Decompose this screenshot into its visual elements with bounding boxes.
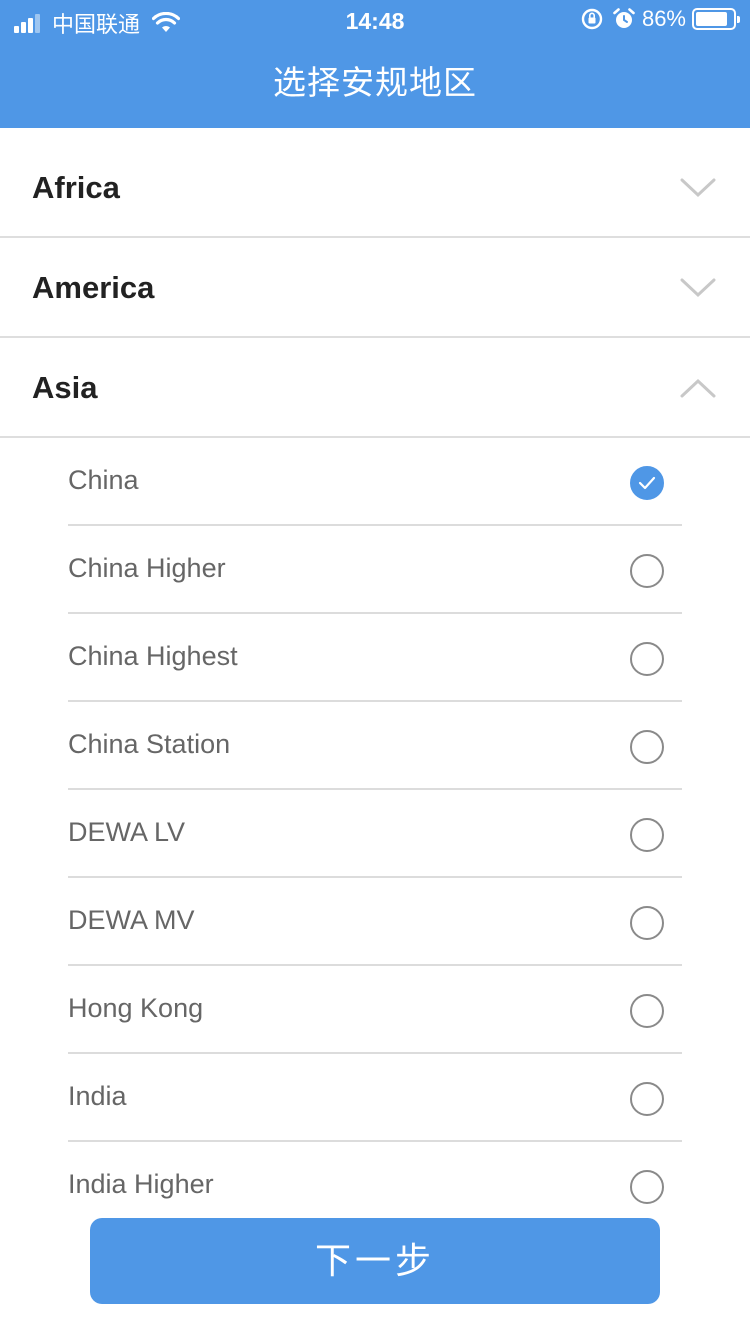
region-option-label: China Higher [68, 553, 226, 583]
chevron-down-icon [680, 278, 716, 298]
radio-unchecked-icon[interactable] [630, 1170, 664, 1204]
region-group-label: America [32, 270, 155, 305]
region-option-label: China Station [68, 729, 231, 759]
next-step-button[interactable]: 下一步 [90, 1218, 660, 1304]
region-group-label: Asia [32, 370, 98, 405]
chevron-up-icon [680, 378, 716, 398]
region-option-label: India [68, 1081, 127, 1111]
region-group-america[interactable]: America [0, 238, 750, 338]
rotation-lock-icon [581, 8, 603, 30]
radio-unchecked-icon[interactable] [630, 730, 664, 764]
battery-icon [692, 8, 740, 30]
region-group-africa[interactable]: Africa [0, 138, 750, 238]
chevron-down-icon [680, 178, 716, 198]
region-option-label: DEWA MV [68, 905, 195, 935]
region-option[interactable]: China [68, 438, 682, 526]
battery-percentage: 86% [641, 6, 686, 31]
region-option[interactable]: China Highest [68, 614, 682, 702]
alarm-icon [613, 8, 635, 28]
app-header: 中国联通 14:48 86% 选择安规地区 [0, 0, 750, 128]
region-option[interactable]: Hong Kong [68, 966, 682, 1054]
radio-unchecked-icon[interactable] [630, 818, 664, 852]
region-option[interactable]: DEWA MV [68, 878, 682, 966]
status-right: 86% [580, 6, 740, 32]
radio-unchecked-icon[interactable] [630, 906, 664, 940]
radio-unchecked-icon[interactable] [630, 642, 664, 676]
radio-unchecked-icon[interactable] [630, 554, 664, 588]
region-option-label: China [68, 465, 139, 495]
region-option-label: China Highest [68, 641, 238, 671]
region-group-label: Africa [32, 170, 120, 205]
status-bar: 中国联通 14:48 86% [0, 0, 750, 40]
region-option[interactable]: DEWA LV [68, 790, 682, 878]
region-option-label: Hong Kong [68, 993, 204, 1023]
region-option[interactable]: India Higher [68, 1142, 682, 1230]
radio-checked-icon[interactable] [630, 466, 664, 500]
region-option[interactable]: China Station [68, 702, 682, 790]
region-option[interactable]: India [68, 1054, 682, 1142]
page-title: 选择安规地区 [273, 64, 477, 101]
region-group-asia[interactable]: Asia [0, 338, 750, 438]
radio-unchecked-icon[interactable] [630, 994, 664, 1028]
region-option[interactable]: China Higher [68, 526, 682, 614]
region-option-label: DEWA LV [68, 817, 186, 847]
radio-unchecked-icon[interactable] [630, 1082, 664, 1116]
region-option-label: India Higher [68, 1169, 214, 1199]
